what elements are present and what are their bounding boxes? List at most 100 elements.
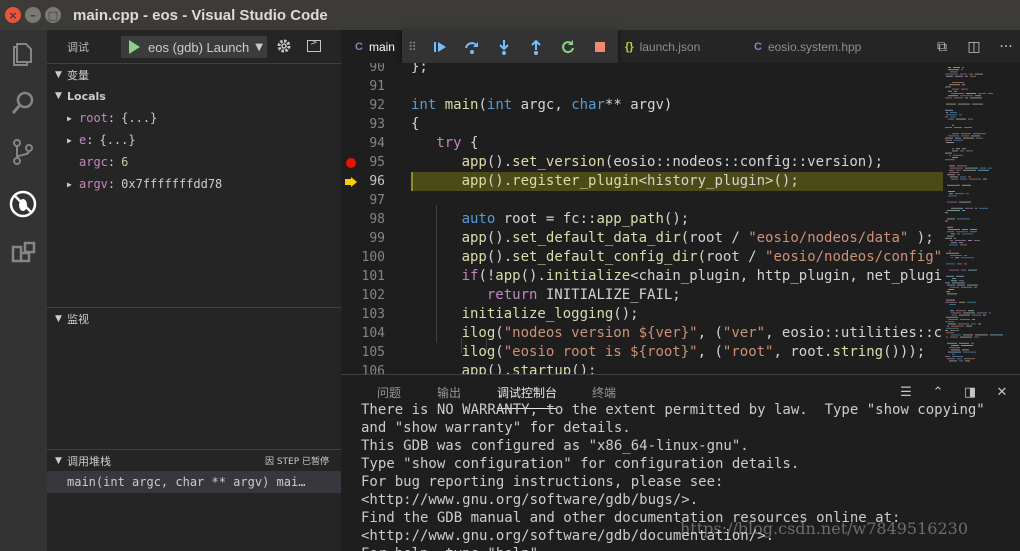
- code-line[interactable]: 105 ilog("eosio root is ${root}", ("root…: [341, 343, 1020, 362]
- more-actions-icon[interactable]: ···: [996, 37, 1016, 57]
- line-number: 95: [369, 155, 385, 170]
- chevron-right-icon: ▶: [67, 179, 72, 189]
- json-file-icon: {}: [625, 40, 634, 53]
- source-control-icon[interactable]: [8, 137, 38, 167]
- line-number: 106: [361, 364, 385, 374]
- code-text: auto root = fc::app_path();: [461, 211, 690, 227]
- step-into-icon[interactable]: [492, 35, 516, 59]
- line-number: 97: [369, 193, 385, 208]
- close-icon[interactable]: ✕: [992, 383, 1012, 401]
- separator: :: [107, 177, 116, 191]
- clear-console-icon[interactable]: ☰: [896, 383, 916, 401]
- launch-config-select[interactable]: eos (gdb) Launch ▼: [121, 36, 267, 58]
- code-text: initialize_logging();: [461, 306, 639, 322]
- debug-controls-toolbar: ⠿: [402, 30, 618, 63]
- code-line[interactable]: 101 if(!app().initialize<chain_plugin, h…: [341, 267, 1020, 286]
- variable-value: 6: [121, 155, 129, 169]
- stop-icon[interactable]: [588, 35, 612, 59]
- open-console-icon[interactable]: [307, 38, 321, 52]
- variables-section-header[interactable]: ▼ 变量: [47, 63, 341, 85]
- split-editor-icon[interactable]: ◫: [964, 37, 984, 57]
- indent-guide: [461, 338, 462, 353]
- start-debugging-icon[interactable]: [129, 40, 140, 54]
- gear-icon[interactable]: [276, 38, 292, 54]
- open-changes-icon[interactable]: ⧉: [932, 37, 952, 57]
- cpp-file-icon: C: [355, 40, 363, 53]
- debug-view-title: 调试: [67, 40, 89, 54]
- close-window-button[interactable]: ×: [5, 7, 21, 23]
- chevron-down-icon: ▼: [55, 91, 62, 101]
- drag-handle-icon[interactable]: ⠿: [408, 40, 420, 54]
- line-number: 101: [361, 269, 385, 284]
- line-number: 92: [369, 98, 385, 113]
- code-line[interactable]: 90};: [341, 63, 1020, 77]
- explorer-icon[interactable]: [8, 39, 38, 69]
- code-line[interactable]: 104 ilog("nodeos version ${ver}", ("ver"…: [341, 324, 1020, 343]
- tab-eosio-system-hpp[interactable]: C eosio.system.hpp: [746, 30, 906, 63]
- tab-problems[interactable]: 问题: [377, 384, 401, 401]
- code-line[interactable]: 103 initialize_logging();: [341, 305, 1020, 324]
- panel-actions: ☰ ⌃ ◨ ✕: [884, 383, 1012, 401]
- code-line[interactable]: 96 app().register_plugin<history_plugin>…: [341, 172, 1020, 191]
- chevron-up-icon[interactable]: ⌃: [928, 383, 948, 401]
- tab-debug-console[interactable]: 调试控制台: [497, 384, 558, 409]
- variables-title: 变量: [67, 68, 89, 82]
- callstack-frame[interactable]: main(int argc, char ** argv) mai…: [47, 471, 341, 493]
- code-line[interactable]: 92 int main(int argc, char** argv): [341, 96, 1020, 115]
- debug-icon[interactable]: [8, 189, 38, 219]
- variable-row[interactable]: ▶ e: {...}: [47, 129, 341, 151]
- console-line: For help, type "help".: [361, 545, 1011, 551]
- code-line[interactable]: 93 {: [341, 115, 1020, 134]
- code-text: try {: [436, 135, 479, 151]
- code-line[interactable]: 97: [341, 191, 1020, 210]
- line-number: 91: [369, 79, 385, 94]
- console-line: and "show warranty" for details.: [361, 420, 631, 436]
- search-icon[interactable]: [8, 88, 38, 118]
- tab-output[interactable]: 输出: [437, 384, 461, 401]
- minimap[interactable]: [943, 63, 1006, 374]
- toggle-panel-position-icon[interactable]: ◨: [960, 383, 980, 401]
- code-text: };: [411, 63, 428, 75]
- callstack-section-header[interactable]: ▼ 调用堆栈 因 STEP 已暂停: [47, 449, 341, 471]
- code-line[interactable]: 98 auto root = fc::app_path();: [341, 210, 1020, 229]
- code-text: ilog("nodeos version ${ver}", ("ver", eo…: [461, 325, 951, 341]
- step-over-icon[interactable]: [460, 35, 484, 59]
- indent-guide: [486, 338, 487, 353]
- locals-scope[interactable]: ▼ Locals: [47, 85, 341, 107]
- code-line[interactable]: 100 app().set_default_config_dir(root / …: [341, 248, 1020, 267]
- variable-row[interactable]: ▶ root: {...}: [47, 107, 341, 129]
- tab-launch-json[interactable]: {} launch.json: [619, 30, 737, 63]
- watch-title: 监视: [67, 312, 89, 326]
- code-line[interactable]: 106 app().startup();: [341, 362, 1020, 374]
- tab-terminal[interactable]: 终端: [592, 384, 616, 401]
- tab-label: launch.json: [639, 39, 701, 54]
- code-text: return INITIALIZE_FAIL;: [486, 287, 681, 303]
- console-line: Type "show configuration" for configurat…: [361, 456, 800, 472]
- code-line[interactable]: 95 app().set_version(eosio::nodeos::conf…: [341, 153, 1020, 172]
- variable-row[interactable]: argc:6: [47, 151, 341, 173]
- code-line[interactable]: 99 app().set_default_data_dir(root / "eo…: [341, 229, 1020, 248]
- code-text: app().startup();: [461, 363, 597, 374]
- chevron-down-icon: ▼: [55, 313, 62, 324]
- restart-icon[interactable]: [556, 35, 580, 59]
- extensions-icon[interactable]: [8, 239, 38, 269]
- code-line[interactable]: 102 return INITIALIZE_FAIL;: [341, 286, 1020, 305]
- line-number: 99: [369, 231, 385, 246]
- variable-row[interactable]: ▶ argv:0x7fffffffdd78: [47, 173, 341, 195]
- code-text: app().set_version(eosio::nodeos::config:…: [461, 154, 884, 170]
- launch-config-label: eos (gdb) Launch: [148, 39, 250, 55]
- code-editor[interactable]: 90}; 91 92 int main(int argc, char** argv) 9…: [341, 63, 1020, 374]
- watch-section-header[interactable]: ▼ 监视: [47, 307, 341, 329]
- continue-icon[interactable]: [428, 35, 452, 59]
- paused-status-badge: 因 STEP 已暂停: [264, 457, 329, 467]
- code-line[interactable]: 94 try {: [341, 134, 1020, 153]
- line-number: 100: [361, 250, 385, 265]
- minimize-window-button[interactable]: –: [25, 7, 41, 23]
- chevron-down-icon: ▼: [55, 69, 62, 80]
- line-number: 94: [369, 136, 385, 151]
- line-number: 98: [369, 212, 385, 227]
- maximize-window-button[interactable]: □: [45, 7, 61, 23]
- step-out-icon[interactable]: [524, 35, 548, 59]
- code-line[interactable]: 91: [341, 77, 1020, 96]
- tab-main-cpp[interactable]: C main: [341, 30, 406, 63]
